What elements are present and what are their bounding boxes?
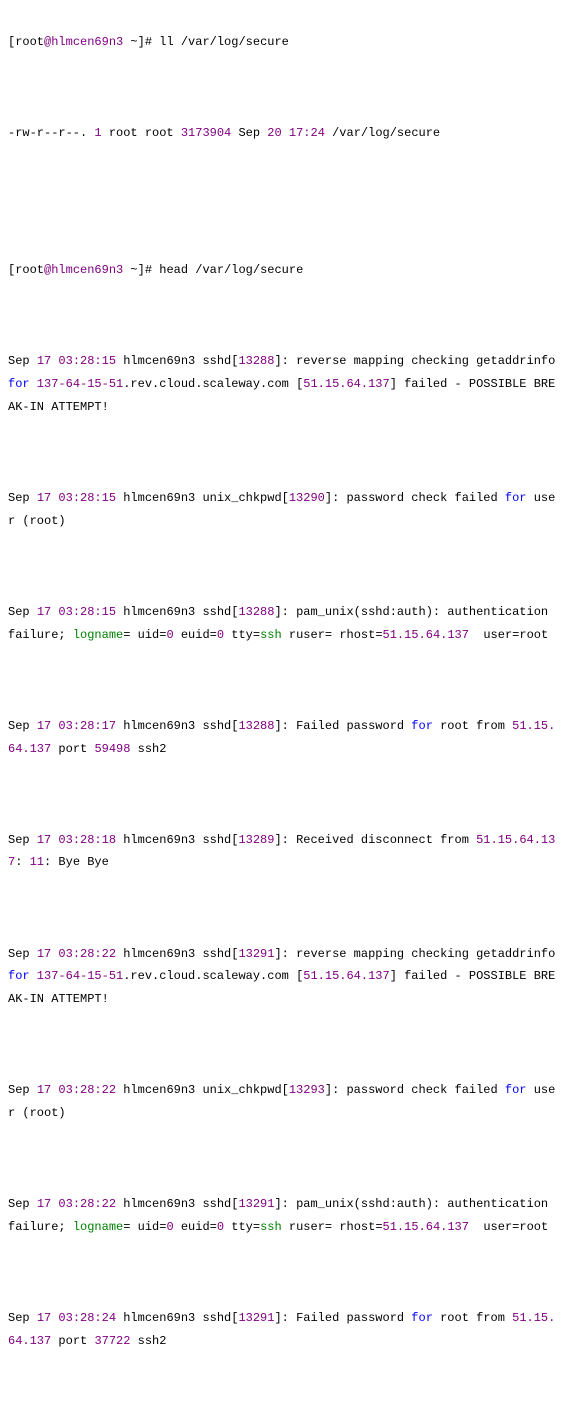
- prompt-host: @hlmcen69n3: [44, 263, 123, 277]
- log-entry-4: Sep 17 03:28:17 hlmcen69n3 sshd[13288]: …: [8, 715, 559, 761]
- log-entry-6: Sep 17 03:28:22 hlmcen69n3 sshd[13291]: …: [8, 943, 559, 1011]
- log-entry-1: Sep 17 03:28:15 hlmcen69n3 sshd[13288]: …: [8, 350, 559, 418]
- log-entry-5: Sep 17 03:28:18 hlmcen69n3 sshd[13289]: …: [8, 829, 559, 875]
- prompt-host: @hlmcen69n3: [44, 35, 123, 49]
- prompt-end: ~]#: [123, 263, 152, 277]
- command-text: ll /var/log/secure: [152, 35, 289, 49]
- log-entry-2: Sep 17 03:28:15 hlmcen69n3 unix_chkpwd[1…: [8, 487, 559, 533]
- ls-output: -rw-r--r--. 1 root root 3173904 Sep 20 1…: [8, 122, 559, 145]
- command-line-2: [root@hlmcen69n3 ~]# head /var/log/secur…: [8, 259, 559, 282]
- command-line-1: [root@hlmcen69n3 ~]# ll /var/log/secure: [8, 31, 559, 54]
- prompt-bracket: [root: [8, 35, 44, 49]
- log-entry-9: Sep 17 03:28:24 hlmcen69n3 sshd[13291]: …: [8, 1307, 559, 1353]
- terminal-output: [root@hlmcen69n3 ~]# ll /var/log/secure …: [8, 8, 559, 1408]
- prompt-end: ~]#: [123, 35, 152, 49]
- prompt-bracket: [root: [8, 263, 44, 277]
- log-entry-7: Sep 17 03:28:22 hlmcen69n3 unix_chkpwd[1…: [8, 1079, 559, 1125]
- log-entry-3: Sep 17 03:28:15 hlmcen69n3 sshd[13288]: …: [8, 601, 559, 647]
- command-text: head /var/log/secure: [152, 263, 303, 277]
- log-entry-8: Sep 17 03:28:22 hlmcen69n3 sshd[13291]: …: [8, 1193, 559, 1239]
